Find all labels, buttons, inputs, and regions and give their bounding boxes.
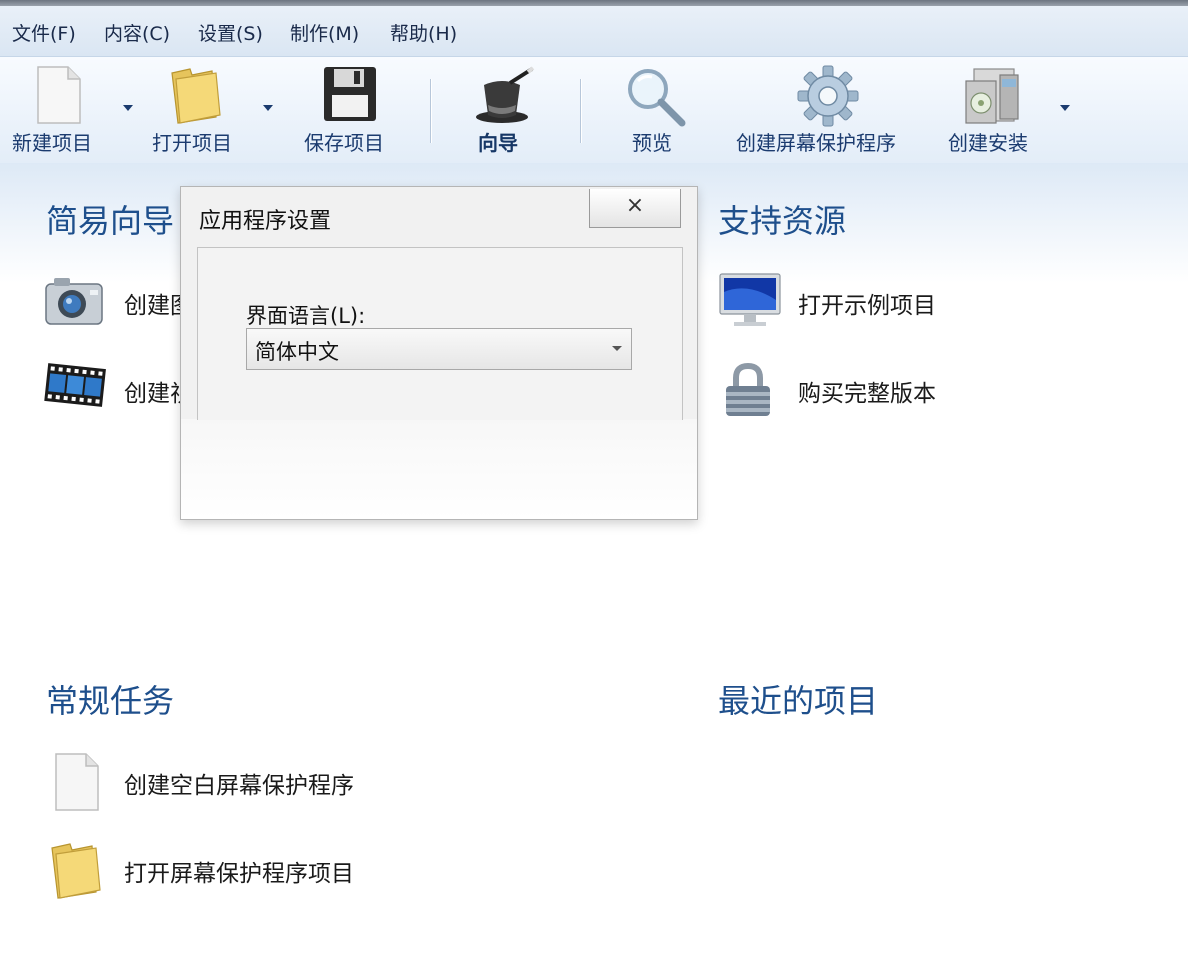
open-project-dropdown-arrow-icon[interactable] xyxy=(263,105,273,111)
close-icon: × xyxy=(625,193,645,218)
new-project-dropdown-arrow-icon[interactable] xyxy=(123,105,133,111)
task-create-photo-screensaver[interactable]: 创建图 xyxy=(44,272,193,332)
section-title-common-tasks: 常规任务 xyxy=(46,682,175,720)
task-label: 创建空白屏幕保护程序 xyxy=(124,773,354,799)
app-settings-dialog: 应用程序设置 × 界面语言(L): 简体中文 xyxy=(180,186,698,520)
menu-content[interactable]: 内容(C) xyxy=(104,19,170,46)
film-strip-icon xyxy=(44,363,106,407)
section-title-support: 支持资源 xyxy=(718,202,847,240)
language-select[interactable]: 简体中文 xyxy=(246,328,632,370)
save-project-label: 保存项目 xyxy=(304,131,384,155)
create-screensaver-button[interactable]: 创建屏幕保护程序 xyxy=(734,57,932,163)
preview-button[interactable]: 预览 xyxy=(610,57,700,163)
camera-icon xyxy=(45,278,103,325)
menu-build[interactable]: 制作(M) xyxy=(290,19,359,46)
create-install-label: 创建安装 xyxy=(948,131,1028,155)
language-label: 界面语言(L): xyxy=(246,304,366,328)
folder-icon xyxy=(171,68,221,124)
wizard-button[interactable]: 向导 xyxy=(460,57,550,163)
dialog-title: 应用程序设置 xyxy=(199,209,332,234)
blank-document-icon xyxy=(55,753,99,811)
gear-icon xyxy=(797,65,859,127)
monitor-icon xyxy=(719,273,781,326)
create-install-dropdown-arrow-icon[interactable] xyxy=(1060,105,1070,111)
create-install-button[interactable]: 创建安装 xyxy=(946,57,1050,163)
toolbar-separator xyxy=(430,79,431,143)
new-project-label: 新建项目 xyxy=(12,131,92,155)
new-document-icon xyxy=(37,66,81,124)
task-label: 打开示例项目 xyxy=(798,293,936,319)
floppy-disk-icon xyxy=(324,67,376,121)
menu-bar: 文件(F) 内容(C) 设置(S) 制作(M) 帮助(H) xyxy=(0,6,1188,56)
dialog-close-button[interactable]: × xyxy=(589,189,681,228)
task-label: 购买完整版本 xyxy=(798,381,936,407)
chevron-down-icon xyxy=(612,346,622,351)
task-buy-full-version[interactable]: 购买完整版本 xyxy=(718,360,958,420)
open-project-button[interactable]: 打开项目 xyxy=(146,57,260,163)
section-title-recent-projects: 最近的项目 xyxy=(718,682,879,720)
toolbar-separator xyxy=(580,79,581,143)
install-package-icon xyxy=(965,68,1019,124)
menu-file[interactable]: 文件(F) xyxy=(12,19,76,46)
task-create-blank-screensaver[interactable]: 创建空白屏幕保护程序 xyxy=(48,752,388,812)
preview-label: 预览 xyxy=(632,131,672,155)
magic-hat-icon xyxy=(476,66,535,123)
task-open-screensaver-project[interactable]: 打开屏幕保护程序项目 xyxy=(48,840,388,900)
save-project-button[interactable]: 保存项目 xyxy=(300,57,404,163)
task-label: 打开屏幕保护程序项目 xyxy=(124,861,354,887)
new-project-button[interactable]: 新建项目 xyxy=(0,57,120,163)
section-title-easy-wizard: 简易向导 xyxy=(46,202,175,240)
dialog-panel: 界面语言(L): 简体中文 xyxy=(197,247,683,420)
lock-icon xyxy=(726,362,770,416)
magnifier-icon xyxy=(628,69,686,127)
task-create-video-screensaver[interactable]: 创建视 xyxy=(44,360,193,420)
dialog-lower-area xyxy=(181,419,697,519)
folder-icon xyxy=(51,843,101,899)
task-open-sample-project[interactable]: 打开示例项目 xyxy=(718,272,958,332)
wizard-label: 向导 xyxy=(478,131,518,155)
create-screensaver-label: 创建屏幕保护程序 xyxy=(736,131,896,155)
menu-settings[interactable]: 设置(S) xyxy=(198,19,263,46)
language-select-value: 简体中文 xyxy=(255,340,339,364)
toolbar: 新建项目 打开项目 保存项目 向导 预览 创建屏幕保护程序 创建安装 xyxy=(0,56,1188,164)
menu-help[interactable]: 帮助(H) xyxy=(390,19,457,46)
open-project-label: 打开项目 xyxy=(152,131,232,155)
